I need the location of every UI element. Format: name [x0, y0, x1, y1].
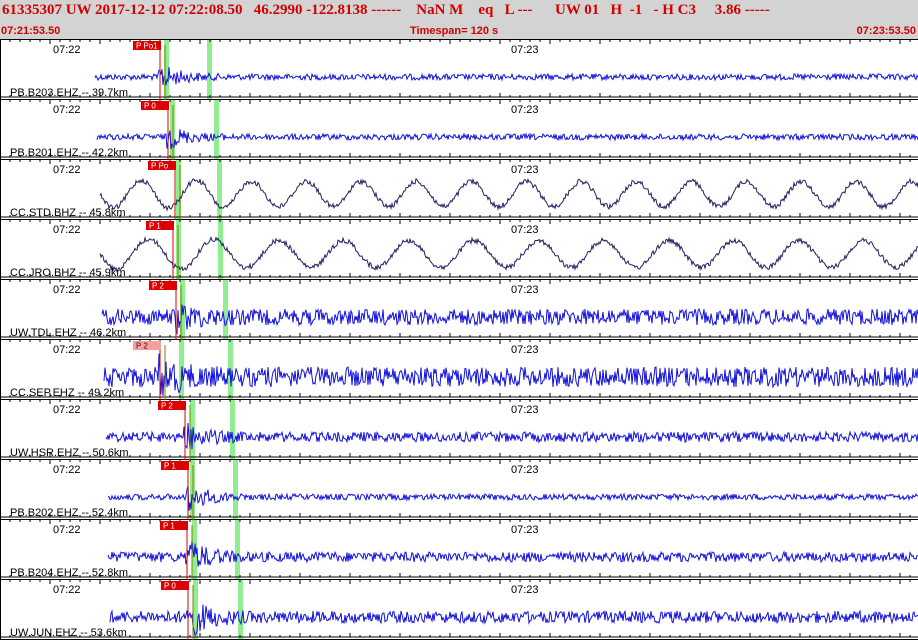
time-label-0723: 07:23 — [511, 164, 539, 176]
event-summary: 61335307 UW 2017-12-12 07:22:08.50 46.29… — [2, 2, 770, 18]
time-label-0722: 07:22 — [53, 284, 81, 296]
waveform-trace — [103, 353, 918, 397]
time-label-0723: 07:23 — [511, 404, 539, 416]
channel-label: UW.HSR.EHZ -- 50.6km — [10, 447, 129, 459]
model-arrival-band — [238, 580, 243, 640]
channel-label: CC.SEP.EHZ -- 49.2km — [10, 387, 124, 399]
time-label-0722: 07:22 — [53, 404, 81, 416]
time-label-0723: 07:23 — [511, 224, 539, 236]
channel-label: PB.B202.EHZ -- 52.4km — [10, 507, 128, 519]
time-label-0723: 07:23 — [511, 284, 539, 296]
time-label-0722: 07:22 — [53, 44, 81, 56]
channel-label: UW.TDL.EHZ -- 46.2km — [10, 327, 126, 339]
time-label-0722: 07:22 — [53, 344, 81, 356]
time-label-0722: 07:22 — [53, 524, 81, 536]
pick-label: P 1 — [164, 462, 176, 471]
channel-label: CC.STD.BHZ -- 45.8km — [10, 207, 126, 219]
seismogram-panel[interactable]: 07:22 07:23 P Po1 PB.B203.EHZ -- 39.7km 07:2… — [0, 40, 918, 640]
model-arrival-band — [235, 520, 240, 580]
waveform-trace — [94, 67, 918, 86]
model-arrival-band — [207, 40, 212, 100]
time-label-0723: 07:23 — [511, 524, 539, 536]
pick-label: P 0 — [144, 102, 156, 111]
start-time: 07:21:53.50 — [1, 25, 61, 37]
pick-label: P 2 — [136, 342, 148, 351]
waveform-trace — [96, 129, 918, 150]
end-time: 07:23:53.50 — [856, 25, 916, 37]
pick-label: P 1 — [163, 522, 175, 531]
channel-panel[interactable]: 07:22 07:23 P 2 UW.TDL.EHZ -- 46.2km — [0, 280, 918, 340]
event-header: 61335307 UW 2017-12-12 07:22:08.50 46.29… — [0, 0, 918, 40]
model-arrival-band — [214, 100, 219, 160]
model-arrival-band — [217, 160, 222, 220]
channel-panel[interactable]: 07:22 07:23 P 0 PB.B201.EHZ -- 42.2km — [0, 100, 918, 160]
trace-canvas[interactable]: 07:22 07:23P Po1PB.B203.EHZ -- 39.7km07:2… — [0, 40, 918, 640]
time-label-0722: 07:22 — [53, 464, 81, 476]
channel-panel[interactable]: 07:22 07:23 P 2 UW.HSR.EHZ -- 50.6km — [0, 400, 918, 460]
channel-panel[interactable]: 07:22 07:23 P 2 CC.SEP.EHZ -- 49.2km — [0, 340, 918, 400]
channel-panel[interactable]: 07:22 07:23 P 1 CC.JRO.BHZ -- 45.9km — [0, 220, 918, 280]
channel-label: PB.B204.EHZ -- 52.8km — [10, 567, 128, 579]
channel-label: UW.JUN.EHZ -- 53.6km — [10, 627, 127, 639]
time-label-0723: 07:23 — [511, 464, 539, 476]
time-label-0723: 07:23 — [511, 584, 539, 596]
time-label-0722: 07:22 — [53, 224, 81, 236]
timespan: Timespan= 120 s — [410, 25, 499, 37]
channel-panel[interactable]: 07:22 07:23 P 1 PB.B202.EHZ -- 52.4km — [0, 460, 918, 520]
time-label-0722: 07:22 — [53, 104, 81, 116]
time-label-0722: 07:22 — [53, 584, 81, 596]
channel-panel[interactable]: 07:22 07:23 P 0 UW.JUN.EHZ -- 53.6km — [0, 580, 918, 640]
channel-panel[interactable]: 07:22 07:23 P 1 PB.B204.EHZ -- 52.8km — [0, 520, 918, 580]
pick-label: P 0 — [164, 582, 176, 591]
channel-label: PB.B203.EHZ -- 39.7km — [10, 87, 128, 99]
waveform-trace — [99, 177, 918, 212]
channel-panel[interactable]: 07:22 07:23 P Po1 PB.B203.EHZ -- 39.7km — [0, 40, 918, 100]
waveform-trace — [109, 604, 918, 637]
pick-label: P 2 — [152, 282, 164, 291]
model-arrival-band — [218, 220, 223, 280]
time-label-0722: 07:22 — [53, 164, 81, 176]
pick-label: P 2 — [161, 402, 173, 411]
model-arrival-band — [223, 280, 228, 340]
channel-panel[interactable]: 07:22 07:23 P Po CC.STD.BHZ -- 45.8km — [0, 160, 918, 220]
time-label-0723: 07:23 — [511, 44, 539, 56]
channel-label: PB.B201.EHZ -- 42.2km — [10, 147, 128, 159]
time-label-0723: 07:23 — [511, 104, 539, 116]
channel-label: CC.JRO.BHZ -- 45.9km — [10, 267, 126, 279]
waveform-trace — [107, 540, 918, 567]
model-arrival-band — [230, 400, 235, 460]
pick-label: P Po — [151, 162, 169, 171]
time-label-0723: 07:23 — [511, 344, 539, 356]
model-arrival-band — [233, 460, 238, 520]
waveform-trace — [105, 422, 918, 450]
waveform-trace — [107, 485, 918, 511]
pick-label: P Po1 — [136, 42, 158, 51]
pick-label: P 1 — [149, 222, 161, 231]
